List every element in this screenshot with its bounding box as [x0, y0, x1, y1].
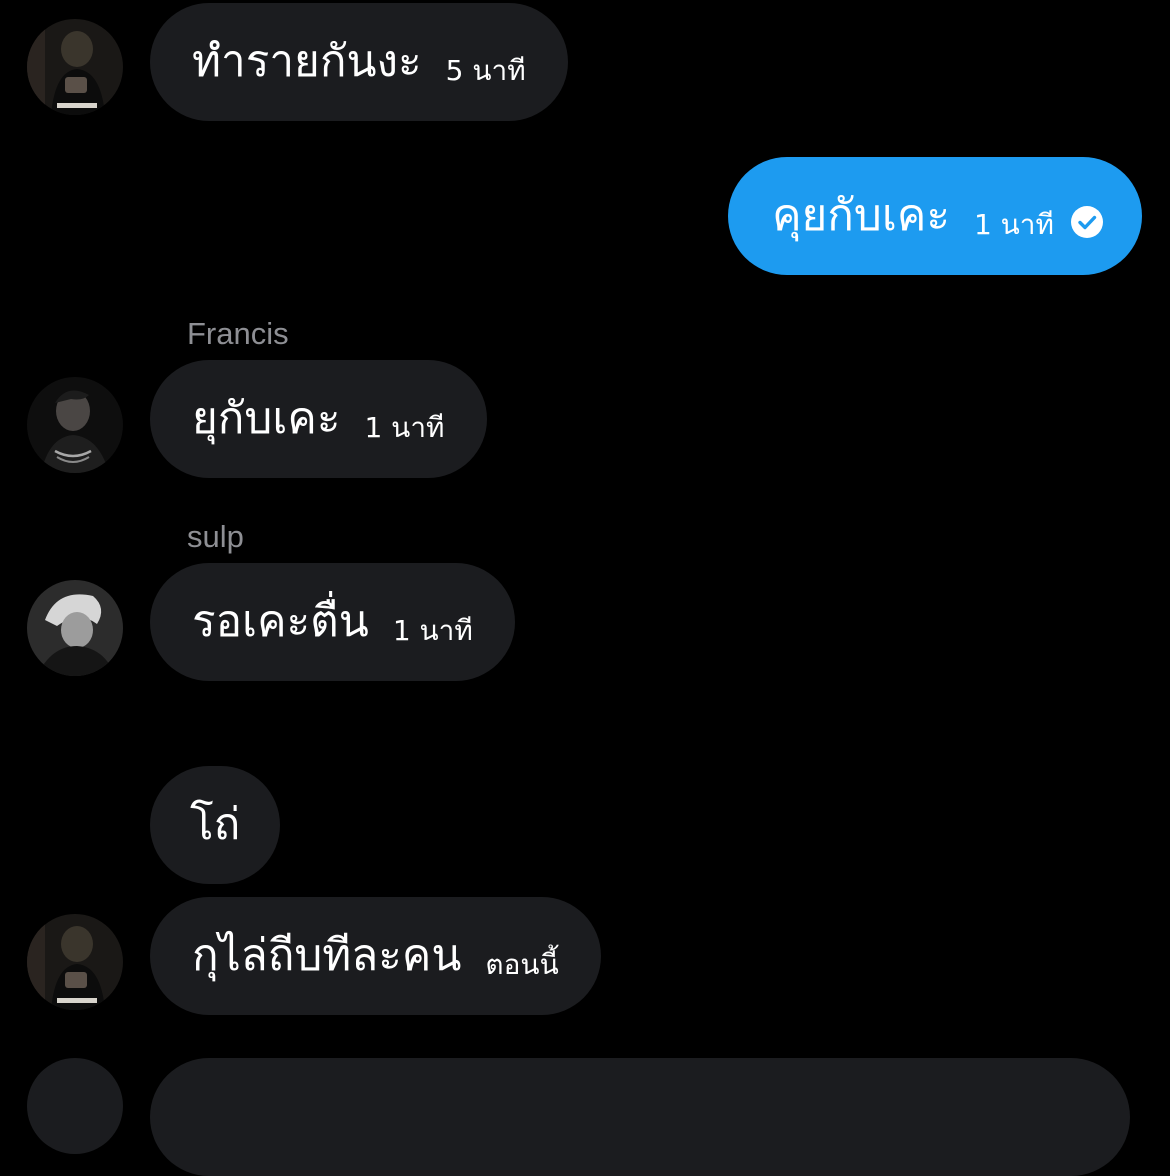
- sender-name: sulp: [187, 519, 244, 554]
- avatar-photo: [27, 377, 123, 473]
- message-time: ตอนนี้: [485, 948, 559, 981]
- avatar[interactable]: [27, 580, 123, 676]
- message-text: โถ่: [190, 799, 241, 850]
- avatar-photo: [27, 914, 123, 1010]
- avatar[interactable]: [27, 1058, 123, 1154]
- message-time: 1 นาที: [973, 208, 1054, 241]
- message-time: 5 นาที: [445, 54, 526, 87]
- message-bubble[interactable]: [150, 1058, 1130, 1176]
- message-time: 1 นาที: [364, 411, 445, 444]
- avatar-photo: [27, 580, 123, 676]
- message-bubble-outgoing[interactable]: คุยกับเคะ 1 นาที: [728, 157, 1142, 275]
- avatar[interactable]: [27, 377, 123, 473]
- read-check-icon: [1070, 205, 1104, 239]
- message-bubble[interactable]: ยุกับเคะ 1 นาที: [150, 360, 487, 478]
- message-bubble[interactable]: ทำรายกันงะ 5 นาที: [150, 3, 568, 121]
- message-text: ทำรายกันงะ: [192, 36, 422, 87]
- message-text: คุยกับเคะ: [772, 190, 950, 241]
- message-time: 1 นาที: [392, 614, 473, 647]
- sender-name: Francis: [187, 316, 289, 351]
- message-text: รอเคะตื่น: [192, 596, 369, 647]
- avatar[interactable]: [27, 19, 123, 115]
- message-bubble[interactable]: รอเคะตื่น 1 นาที: [150, 563, 515, 681]
- avatar-photo: [27, 19, 123, 115]
- message-bubble[interactable]: กุไล่ถีบทีละคน ตอนนี้: [150, 897, 601, 1015]
- avatar[interactable]: [27, 914, 123, 1010]
- message-bubble[interactable]: โถ่: [150, 766, 281, 884]
- message-text: ยุกับเคะ: [192, 393, 341, 444]
- message-text: กุไล่ถีบทีละคน: [192, 930, 462, 981]
